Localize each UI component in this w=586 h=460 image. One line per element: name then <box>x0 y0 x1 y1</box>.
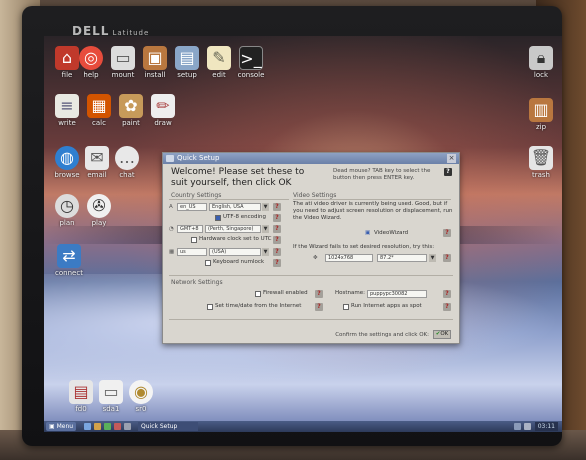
timezone-city-field[interactable]: (Perth, Singapore) <box>205 225 261 233</box>
tray-network-icon[interactable] <box>514 423 521 430</box>
desktop-icon-sr0[interactable]: ◉ sr0 <box>118 380 164 413</box>
quicklaunch-icon[interactable] <box>124 423 131 430</box>
dialog-titlebar[interactable]: Quick Setup × <box>163 153 459 164</box>
desktop-icon-play[interactable]: ✇ play <box>76 194 122 227</box>
keyboard-icon: ▦ <box>169 249 175 255</box>
welcome-text: Welcome! Please set these to suit yourse… <box>171 167 304 189</box>
timedate-help-button[interactable]: ? <box>315 303 323 311</box>
welcome-line-2: suit yourself, then click OK <box>171 178 292 188</box>
quicklaunch-icon[interactable] <box>114 423 121 430</box>
hostname-help-button[interactable]: ? <box>443 290 451 298</box>
hostname-label: Hostname: <box>335 290 365 296</box>
spot-label: Run Internet apps as spot <box>351 303 422 309</box>
network-settings-heading: Network Settings <box>171 279 223 286</box>
menu-icon: ▣ <box>49 423 57 430</box>
quicklaunch-icon[interactable] <box>104 423 111 430</box>
desktop-icon-zip[interactable]: ▥ zip <box>518 98 562 131</box>
desktop-icon-connect[interactable]: ⇄ connect <box>46 244 92 277</box>
padlock-icon: 🔒︎ <box>529 46 553 70</box>
utf8-checkbox[interactable] <box>215 215 221 221</box>
taskbar: ▣ Menu Quick Setup 03:11 <box>44 421 562 432</box>
network-icon: ⇄ <box>57 244 81 268</box>
timedate-checkbox[interactable] <box>207 304 213 310</box>
locale-help-button[interactable]: ? <box>273 203 281 211</box>
quicklaunch-icon[interactable] <box>94 423 101 430</box>
video-wizard-help-button[interactable]: ? <box>443 229 451 237</box>
screen: ⌂ file ◎ help ▭ mount ▣ install ▤ setup … <box>44 36 562 432</box>
taskbar-item-quick-setup[interactable]: Quick Setup <box>138 422 198 431</box>
video-wizard-button[interactable]: VideoWizard <box>374 229 408 238</box>
refresh-rate-field[interactable]: 87.2* <box>377 254 427 262</box>
resolution-hint: If the Wizard fails to set desired resol… <box>293 244 435 250</box>
spot-checkbox[interactable] <box>343 304 349 310</box>
firewall-help-button[interactable]: ? <box>315 290 323 298</box>
country-settings-heading: Country Settings <box>171 192 222 199</box>
ok-button[interactable]: ✔OK <box>433 330 451 339</box>
menu-button[interactable]: ▣ Menu <box>46 422 77 431</box>
keyboard-dropdown-icon[interactable]: ▼ <box>262 248 269 256</box>
locale-icon: A <box>169 204 173 210</box>
keyboard-field[interactable]: us <box>177 248 207 256</box>
desktop-icon-trash[interactable]: 🗑︎ trash <box>518 146 562 179</box>
timezone-dropdown-icon[interactable]: ▼ <box>262 225 269 233</box>
terminal-icon: >_ <box>239 46 263 70</box>
divider <box>293 199 451 200</box>
clock[interactable]: 03:11 <box>534 422 558 431</box>
quick-setup-dialog: Quick Setup × Welcome! Please set these … <box>162 152 460 344</box>
keyboard-name-field[interactable]: (USA) <box>209 248 261 256</box>
firewall-label: Firewall enabled <box>263 290 308 296</box>
trash-can-icon: 🗑︎ <box>529 146 553 170</box>
timezone-field[interactable]: GMT+8 <box>177 225 203 233</box>
numlock-help-button[interactable]: ? <box>273 259 281 267</box>
utf8-help-button[interactable]: ? <box>273 214 281 222</box>
timezone-help-button[interactable]: ? <box>273 225 281 233</box>
resolution-field[interactable]: 1024x768 <box>325 254 373 262</box>
resolution-help-button[interactable]: ? <box>443 254 451 262</box>
speech-bubble-icon: … <box>115 146 139 170</box>
numlock-checkbox[interactable] <box>205 260 211 266</box>
close-icon[interactable]: × <box>447 154 456 163</box>
divider <box>169 319 453 320</box>
locale-name-field[interactable]: English, USA <box>209 203 261 211</box>
desktop-switcher-icon[interactable] <box>84 423 91 430</box>
help-icon[interactable]: ? <box>444 168 452 176</box>
archive-icon: ▥ <box>529 98 553 122</box>
hwclock-label: Hardware clock set to UTC <box>199 236 272 242</box>
desktop-icon-draw[interactable]: ✏ draw <box>140 94 186 127</box>
divider <box>169 275 453 276</box>
numlock-label: Keyboard numlock <box>213 259 265 265</box>
utf8-label: UTF-8 encoding <box>223 214 267 220</box>
welcome-line-1: Welcome! Please set these to <box>171 167 305 177</box>
menu-label: Menu <box>56 423 74 430</box>
hostname-field[interactable]: puppypc30082 <box>367 290 427 298</box>
keyboard-help-button[interactable]: ? <box>273 248 281 256</box>
resolution-icon: ✥ <box>313 255 318 261</box>
ok-label: OK <box>440 331 449 337</box>
dialog-title: Quick Setup <box>177 154 220 162</box>
desktop-icon-console[interactable]: >_ console <box>228 46 274 79</box>
video-description: The ati video driver is currently being … <box>293 201 453 221</box>
desktop-icon-lock[interactable]: 🔒︎ lock <box>518 46 562 79</box>
film-reel-icon: ✇ <box>87 194 111 218</box>
locale-dropdown-icon[interactable]: ▼ <box>262 203 269 211</box>
desktop-icon-chat[interactable]: … chat <box>104 146 150 179</box>
divider <box>169 199 289 200</box>
video-wizard-icon: ▣ <box>365 230 371 236</box>
keyboard-hint: Dead mouse? TAB key to select the button… <box>333 168 431 181</box>
locale-code-field[interactable]: en_US <box>177 203 207 211</box>
cdrom-icon: ◉ <box>129 380 153 404</box>
timezone-icon: ◔ <box>169 226 174 232</box>
firewall-checkbox[interactable] <box>255 291 261 297</box>
hwclock-checkbox[interactable] <box>191 237 197 243</box>
timedate-label: Set time/date from the Internet <box>215 303 302 309</box>
window-icon <box>166 155 174 162</box>
confirm-text: Confirm the settings and click OK: <box>335 332 429 338</box>
resolution-dropdown-icon[interactable]: ▼ <box>429 254 436 262</box>
video-settings-heading: Video Settings <box>293 192 337 199</box>
spot-help-button[interactable]: ? <box>443 303 451 311</box>
tray-volume-icon[interactable] <box>524 423 531 430</box>
pencil-icon: ✏ <box>151 94 175 118</box>
hwclock-help-button[interactable]: ? <box>273 236 281 244</box>
